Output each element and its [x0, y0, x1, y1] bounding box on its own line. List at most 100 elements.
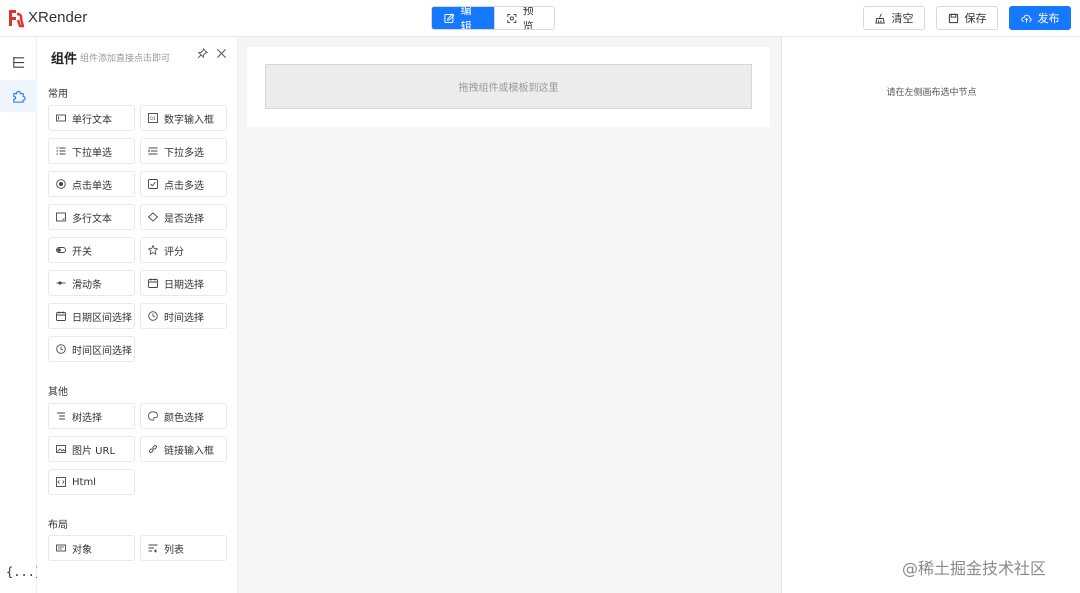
comp-label: 颜色选择 — [164, 412, 204, 424]
comp-label: 列表 — [164, 544, 184, 556]
comp-multi-select[interactable]: 下拉多选 — [140, 138, 227, 164]
comp-date[interactable]: 日期选择 — [140, 270, 227, 296]
comp-link-input[interactable]: 链接输入框 — [140, 436, 227, 462]
save-label: 保存 — [964, 12, 987, 25]
list-icon — [56, 147, 66, 155]
comp-label: 滑动条 — [72, 279, 102, 291]
settings-panel: 请在左侧画布选中节点 — [781, 37, 1080, 593]
settings-empty-hint: 请在左侧画布选中节点 — [886, 88, 977, 98]
clear-button[interactable]: 清空 — [863, 6, 925, 30]
edit-mode-button[interactable]: 编辑 — [432, 7, 494, 29]
comp-slider[interactable]: 滑动条 — [48, 270, 135, 296]
comp-object[interactable]: 对象 — [48, 535, 135, 561]
comp-time[interactable]: 时间选择 — [140, 303, 227, 329]
comp-label: 下拉多选 — [164, 147, 204, 159]
star-icon — [148, 245, 158, 255]
clear-label: 清空 — [891, 12, 914, 25]
comp-switch[interactable]: 开关 — [48, 237, 135, 263]
comp-label: 数字输入框 — [164, 114, 214, 126]
comp-label: 时间区间选择 — [72, 345, 132, 357]
comp-list[interactable]: 列表 — [140, 535, 227, 561]
comp-rate[interactable]: 评分 — [140, 237, 227, 263]
comp-boolean[interactable]: 是否选择 — [140, 204, 227, 230]
comp-label: 点击多选 — [164, 180, 204, 192]
comp-label: 开关 — [72, 246, 92, 258]
preview-mode-label: 预览 — [522, 6, 534, 30]
save-button[interactable]: 保存 — [936, 6, 998, 30]
header: XRender 编辑 预览 清空 保存 发布 — [0, 0, 1080, 37]
comp-label: 树选择 — [72, 412, 102, 424]
close-icon[interactable] — [216, 48, 227, 59]
xrender-logo-icon — [9, 10, 24, 28]
outline-tab[interactable] — [0, 46, 37, 78]
comp-label: 时间选择 — [164, 312, 204, 324]
brand-name: XRender — [28, 9, 88, 26]
comp-radio[interactable]: 点击单选 — [48, 171, 135, 197]
comp-label: Html — [72, 476, 96, 488]
input-icon — [56, 114, 66, 122]
clock-icon — [148, 311, 158, 321]
save-icon — [948, 13, 958, 23]
panel-hint: 组件添加直接点击即可 — [80, 54, 171, 64]
list-add-icon — [148, 544, 158, 553]
comp-label: 链接输入框 — [164, 445, 214, 457]
svg-text:01: 01 — [150, 116, 156, 122]
comp-html[interactable]: Html — [48, 469, 135, 495]
publish-button[interactable]: 发布 — [1009, 6, 1071, 30]
preview-mode-button[interactable]: 预览 — [494, 7, 554, 29]
comp-checkbox[interactable]: 点击多选 — [140, 171, 227, 197]
panel-title: 组件 — [51, 52, 78, 67]
activity-bar — [0, 37, 37, 593]
link-icon — [148, 444, 158, 454]
textarea-icon — [56, 212, 66, 222]
comp-color[interactable]: 颜色选择 — [140, 403, 227, 429]
comp-image-url[interactable]: 图片 URL — [48, 436, 135, 462]
comp-time-range[interactable]: 时间区间选择 — [48, 336, 135, 362]
image-icon — [56, 445, 66, 453]
drop-zone[interactable]: 拖拽组件或模板到这里 — [265, 64, 752, 109]
mode-switch: 编辑 预览 — [431, 6, 555, 30]
watermark: @稀土掘金技术社区 — [902, 559, 1047, 578]
code-file-icon — [56, 477, 66, 487]
comp-date-range[interactable]: 日期区间选择 — [48, 303, 135, 329]
canvas-form: 拖拽组件或模板到这里 — [247, 47, 770, 127]
comp-label: 日期选择 — [164, 279, 204, 291]
components-panel: 组件 组件添加直接点击即可 常用 单行文本 01 数字输入框 下拉单选 下拉多选… — [37, 37, 238, 593]
comp-number-input[interactable]: 01 数字输入框 — [140, 105, 227, 131]
slider-icon — [56, 281, 66, 285]
pin-icon[interactable] — [197, 48, 208, 59]
comp-textarea[interactable]: 多行文本 — [48, 204, 135, 230]
comp-label: 图片 URL — [72, 445, 116, 457]
comp-select[interactable]: 下拉单选 — [48, 138, 135, 164]
edit-mode-label: 编辑 — [460, 6, 472, 30]
multi-list-icon — [148, 147, 158, 155]
checkbox-icon — [148, 179, 158, 189]
comp-tree-select[interactable]: 树选择 — [48, 403, 135, 429]
comp-single-line-text[interactable]: 单行文本 — [48, 105, 135, 131]
comp-label: 对象 — [72, 544, 92, 556]
calendar-icon — [56, 311, 66, 321]
publish-label: 发布 — [1037, 12, 1060, 25]
comp-label: 单行文本 — [72, 114, 112, 126]
toggle-icon — [56, 247, 66, 253]
diamond-icon — [148, 212, 158, 222]
comp-label: 下拉单选 — [72, 147, 112, 159]
preview-icon — [507, 13, 517, 23]
puzzle-icon — [13, 90, 26, 103]
clock-icon — [56, 344, 66, 354]
radio-icon — [56, 179, 66, 189]
drop-zone-hint: 拖拽组件或模板到这里 — [458, 83, 559, 94]
palette-icon — [148, 411, 158, 421]
comp-label: 多行文本 — [72, 213, 112, 225]
calendar-icon — [148, 278, 158, 288]
cloud-upload-icon — [1020, 14, 1032, 23]
comp-label: 日期区间选择 — [72, 312, 132, 324]
tree-icon — [57, 412, 65, 420]
section-common-title: 常用 — [48, 89, 68, 100]
comp-label: 评分 — [164, 246, 184, 258]
components-tab[interactable] — [0, 80, 37, 112]
design-canvas: 拖拽组件或模板到这里 — [238, 37, 781, 593]
object-icon — [56, 544, 66, 552]
section-layout-title: 布局 — [48, 520, 68, 531]
section-other-title: 其他 — [48, 387, 68, 398]
